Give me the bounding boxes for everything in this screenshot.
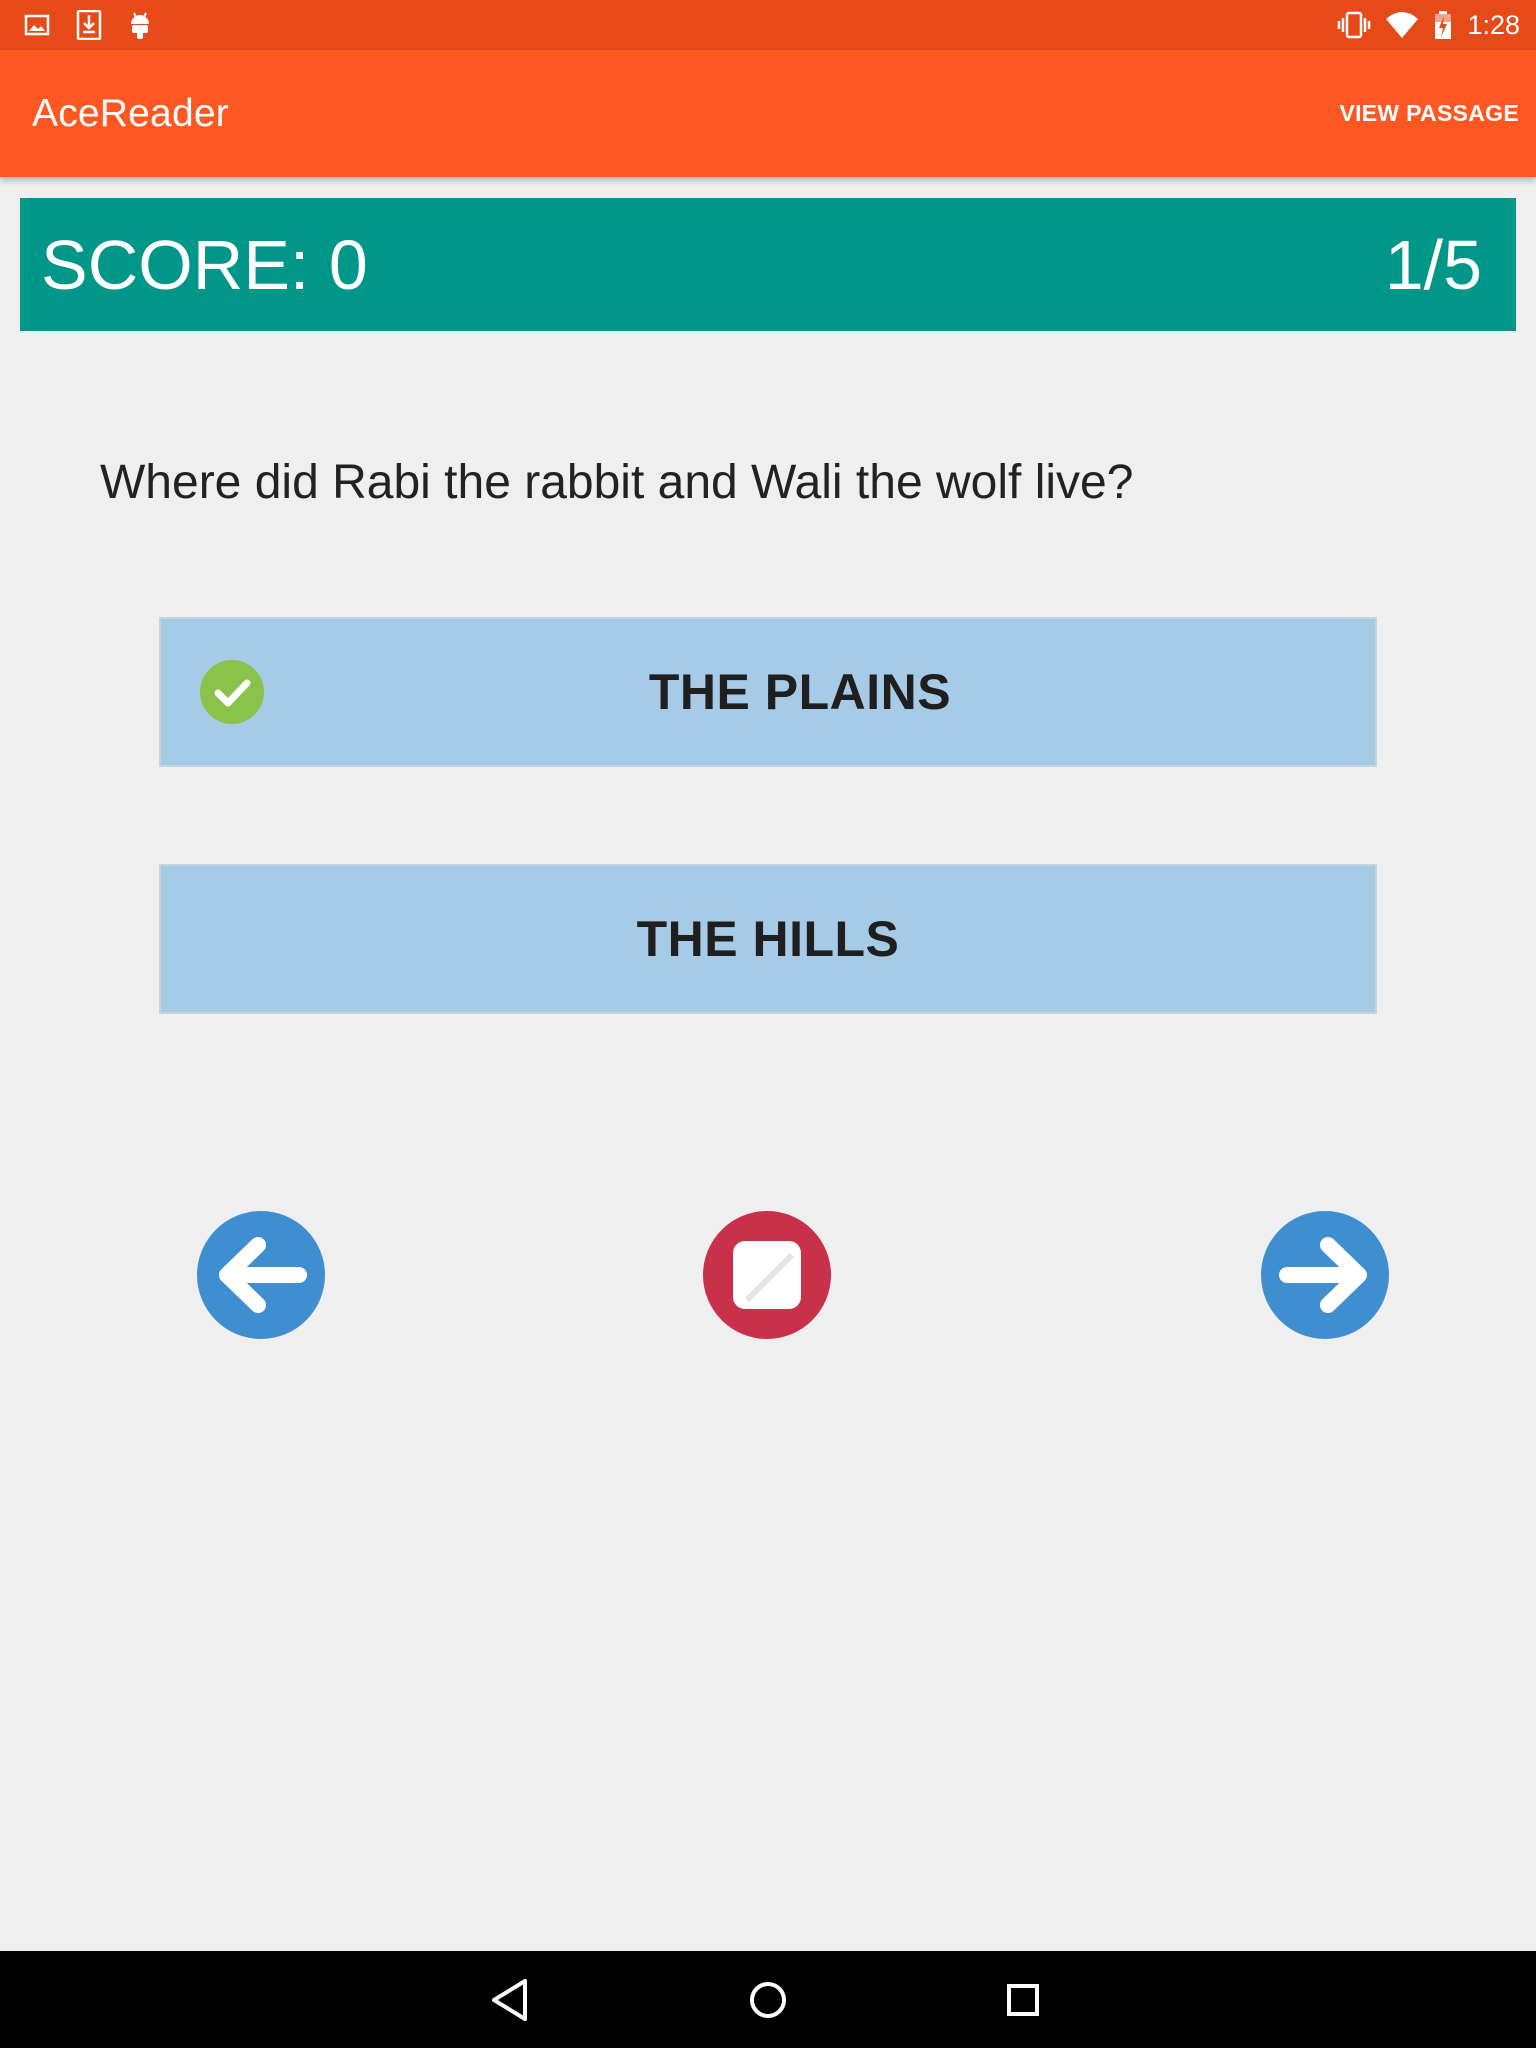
- score-bar: SCORE: 0 1/5: [20, 198, 1516, 331]
- answer-label: THE PLAINS: [648, 664, 952, 720]
- status-time: 1:28: [1467, 9, 1520, 40]
- answer-option-the-hills[interactable]: THE HILLS: [159, 864, 1377, 1014]
- battery-icon: [1435, 11, 1452, 39]
- app-title: AceReader: [32, 91, 229, 135]
- status-system: 1:28: [1337, 10, 1520, 41]
- stop-icon: [733, 1241, 801, 1309]
- system-navigation-bar: [0, 1951, 1536, 2048]
- wifi-icon: [1386, 12, 1419, 38]
- vibrate-icon: [1338, 11, 1371, 39]
- next-button[interactable]: [1260, 1210, 1390, 1340]
- view-passage-button[interactable]: VIEW PASSAGE: [1339, 100, 1519, 127]
- back-icon[interactable]: [464, 1951, 561, 2048]
- status-notifications: [24, 10, 152, 40]
- score-label: SCORE: 0: [41, 225, 368, 304]
- status-bar: 1:28: [0, 0, 1536, 50]
- question-progress: 1/5: [1384, 225, 1482, 304]
- recents-icon[interactable]: [975, 1951, 1072, 2048]
- previous-button[interactable]: [196, 1210, 326, 1340]
- check-circle-icon: [200, 660, 264, 724]
- download-icon: [76, 10, 102, 40]
- question-text: Where did Rabi the rabbit and Wali the w…: [100, 456, 1134, 509]
- stop-button[interactable]: [702, 1210, 832, 1340]
- image-icon: [24, 14, 50, 36]
- answer-option-the-plains[interactable]: THE PLAINS: [159, 617, 1377, 767]
- android-icon: [131, 12, 149, 39]
- home-icon[interactable]: [720, 1951, 817, 2048]
- answer-label: THE HILLS: [636, 911, 900, 967]
- app-bar: AceReader VIEW PASSAGE: [0, 50, 1536, 177]
